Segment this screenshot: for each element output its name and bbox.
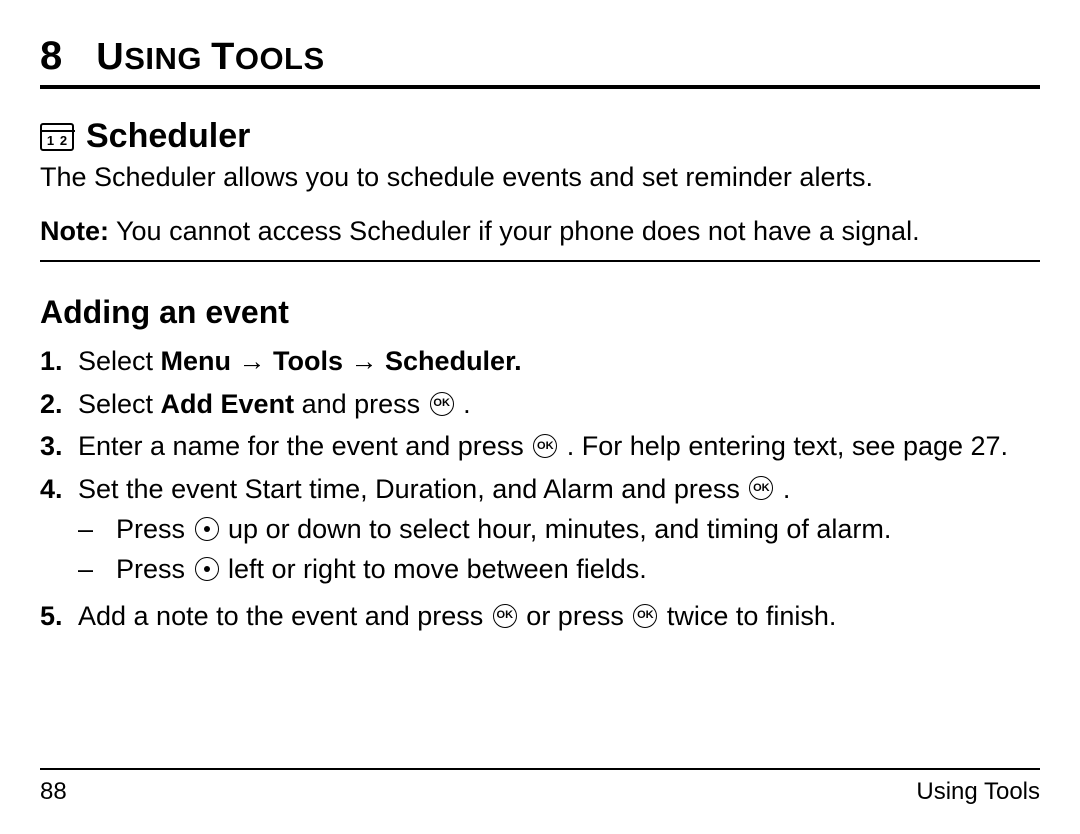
step-2: 2. Select Add Event and press OK . (40, 386, 1040, 422)
page-footer: 88 Using Tools (40, 768, 1040, 806)
ok-button-icon: OK (749, 476, 773, 500)
ok-button-icon: OK (533, 434, 557, 458)
note: Note: You cannot access Scheduler if you… (40, 215, 1040, 263)
subsection-heading: Adding an event (40, 294, 1040, 331)
step-4-sub-2: – Press left or right to move between fi… (78, 551, 1040, 587)
footer-label: Using Tools (916, 778, 1040, 806)
ok-button-icon: OK (493, 604, 517, 628)
step-4-sub-1: – Press up or down to select hour, minut… (78, 511, 1040, 547)
ok-button-icon: OK (633, 604, 657, 628)
nav-button-icon (195, 557, 219, 581)
step-1: 1. Select Menu → Tools → Scheduler. (40, 343, 1040, 379)
section-title: Scheduler (86, 117, 250, 156)
chapter-title: USING TOOLS (96, 36, 324, 79)
step-5: 5. Add a note to the event and press OK … (40, 598, 1040, 634)
ok-button-icon: OK (430, 392, 454, 416)
nav-button-icon (195, 517, 219, 541)
section-heading: 1 2 Scheduler (40, 117, 1040, 156)
page-number: 88 (40, 778, 67, 806)
step-3: 3. Enter a name for the event and press … (40, 428, 1040, 464)
chapter-number: 8 (40, 34, 62, 79)
step-4-sublist: – Press up or down to select hour, minut… (78, 511, 1040, 588)
section-intro: The Scheduler allows you to schedule eve… (40, 160, 1040, 195)
note-text: You cannot access Scheduler if your phon… (109, 216, 920, 246)
chapter-header: 8 USING TOOLS (40, 34, 1040, 89)
steps-list: 1. Select Menu → Tools → Scheduler. 2. S… (40, 343, 1040, 634)
note-label: Note: (40, 216, 109, 246)
calendar-icon: 1 2 (40, 123, 74, 151)
step-4: 4. Set the event Start time, Duration, a… (40, 471, 1040, 592)
